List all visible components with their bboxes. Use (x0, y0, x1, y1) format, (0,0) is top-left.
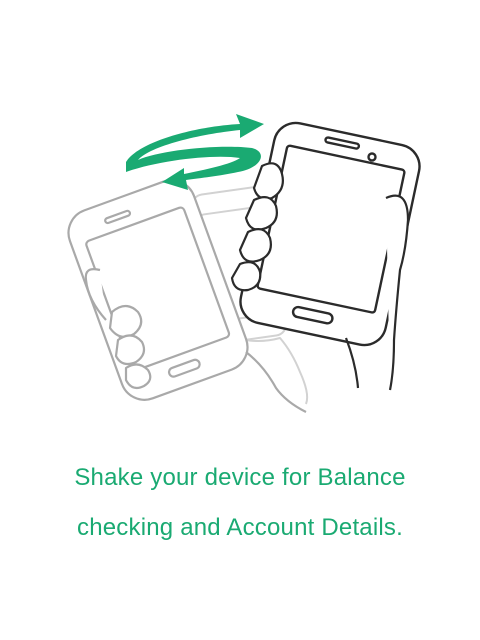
caption-line-1: Shake your device for Balance (74, 464, 406, 491)
caption-line-2: checking and Account Details. (77, 514, 403, 541)
shake-arrows (126, 114, 264, 190)
shake-device-icon (67, 114, 421, 413)
